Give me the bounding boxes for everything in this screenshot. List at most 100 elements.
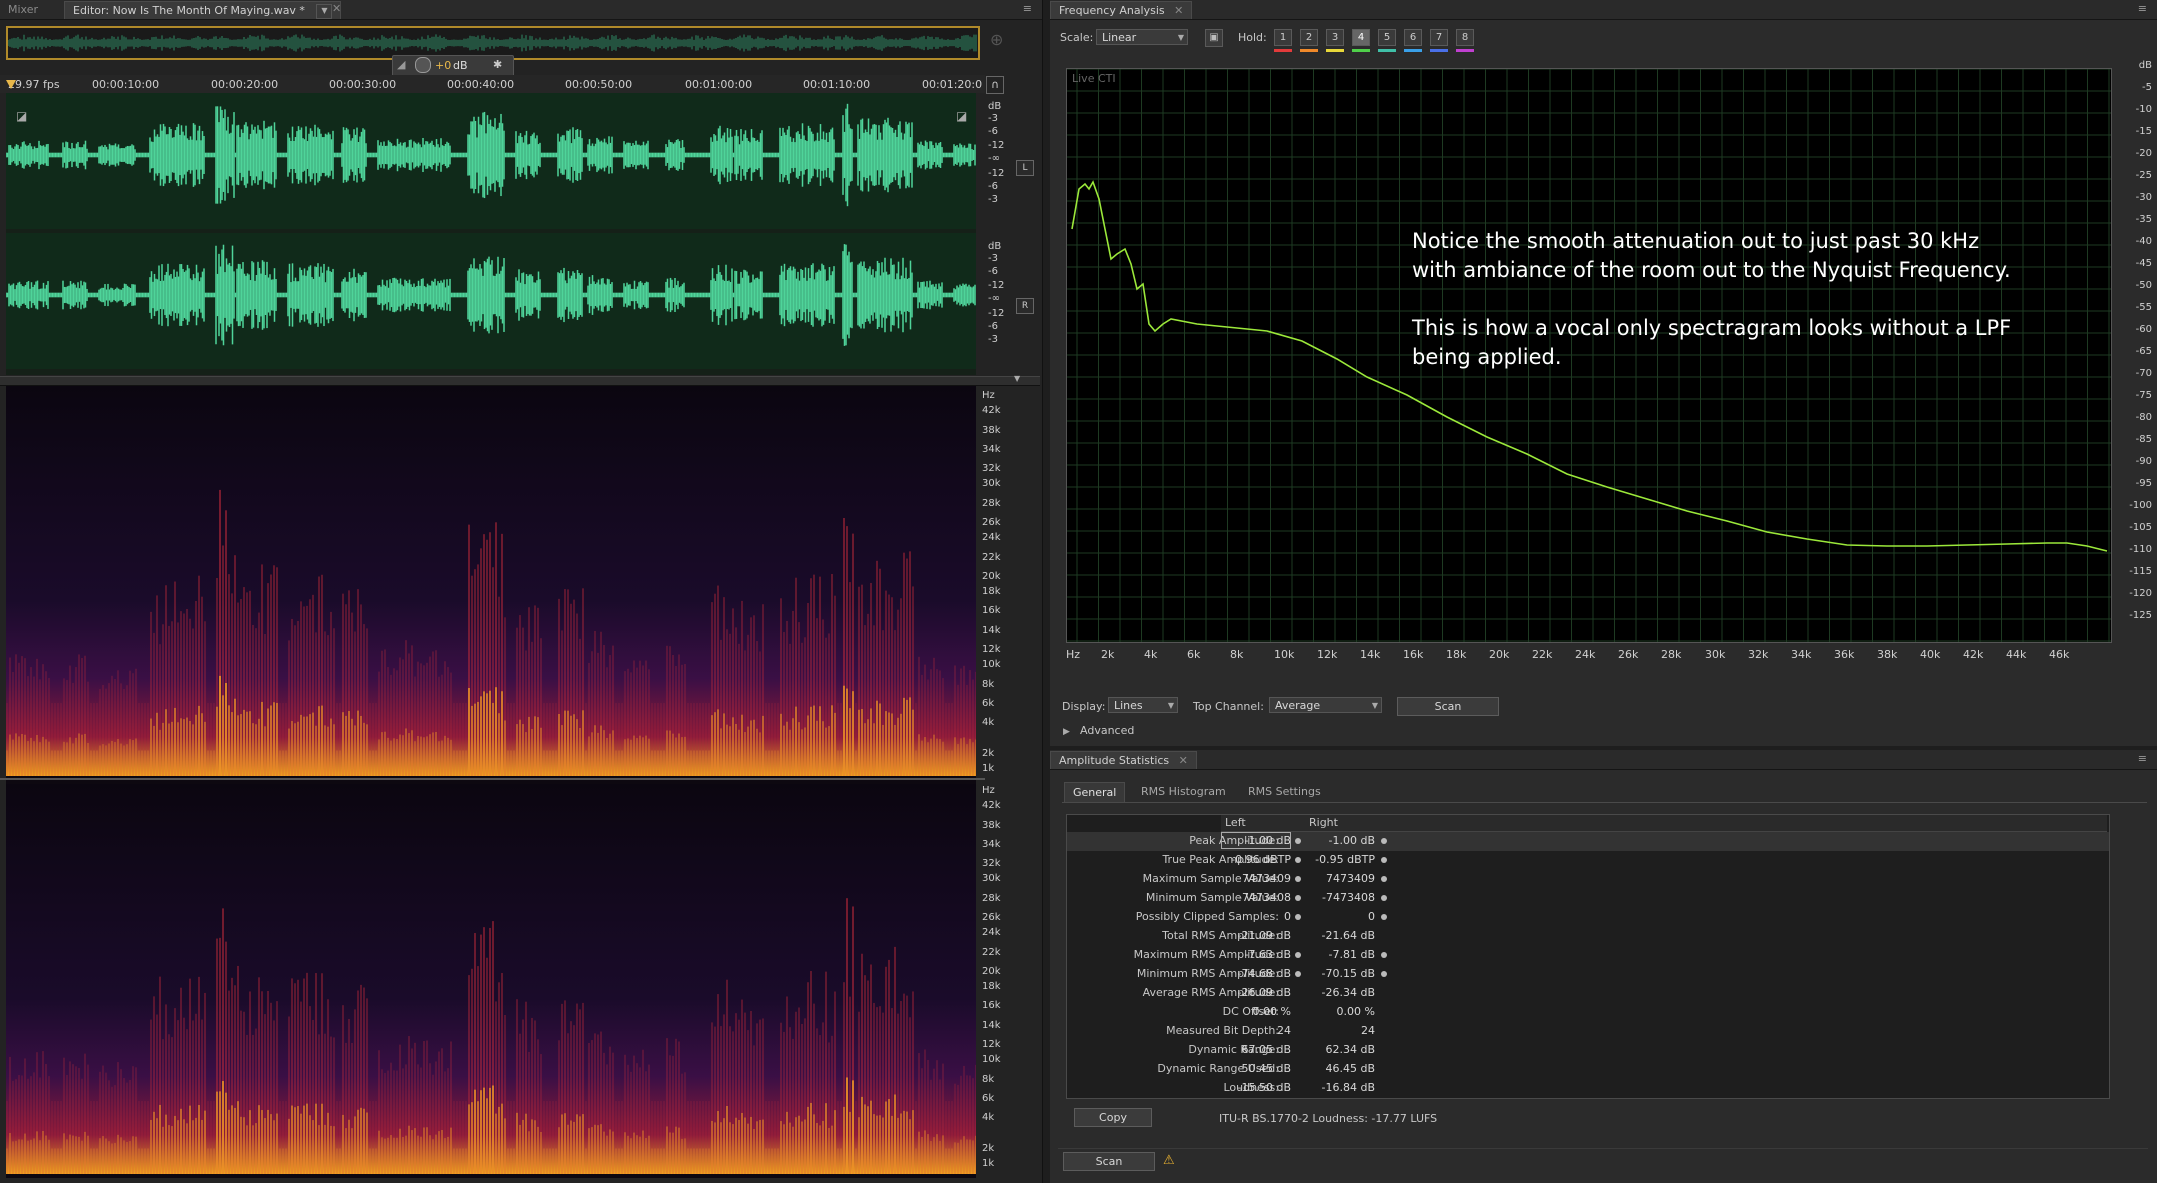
- chevron-down-icon[interactable]: ▼: [1014, 374, 1020, 383]
- table-row[interactable]: Maximum Sample Value: 7473409 7473409: [1067, 870, 2109, 889]
- row-left-value: 24: [1277, 1024, 1291, 1037]
- scale-select[interactable]: Linear ▼: [1096, 29, 1188, 45]
- locate-icon[interactable]: [1381, 952, 1387, 958]
- tab-editor[interactable]: Editor: Now Is The Month Of Maying.wav *…: [64, 1, 342, 19]
- table-row[interactable]: DC Offset: 0.00 % 0.00 %: [1067, 1003, 2109, 1022]
- advanced-toggle[interactable]: Advanced: [1080, 724, 1134, 737]
- waveform-display[interactable]: ◪ ◪: [5, 93, 976, 375]
- volume-hud[interactable]: ◢ +0 dB ✱: [392, 55, 514, 77]
- hz-tick: 34k: [982, 839, 1001, 850]
- hold-button-3[interactable]: 3: [1326, 29, 1344, 46]
- volume-knob-icon[interactable]: [415, 57, 431, 73]
- freq-scan-button[interactable]: Scan: [1397, 697, 1499, 716]
- top-channel-select[interactable]: Average ▼: [1269, 697, 1382, 713]
- close-icon[interactable]: ✕: [1179, 754, 1188, 767]
- locate-icon[interactable]: [1381, 876, 1387, 882]
- locate-icon[interactable]: [1295, 971, 1301, 977]
- locate-icon[interactable]: [1381, 914, 1387, 920]
- locate-icon[interactable]: [1295, 895, 1301, 901]
- hold-button-6[interactable]: 6: [1404, 29, 1422, 46]
- locate-icon[interactable]: [1381, 895, 1387, 901]
- channel-right-toggle[interactable]: R: [1016, 298, 1034, 314]
- hz-tick: 6k: [982, 1093, 995, 1104]
- hold-button-8[interactable]: 8: [1456, 29, 1474, 46]
- subtab-general[interactable]: General: [1064, 782, 1126, 803]
- hz-tick: 8k: [982, 679, 995, 690]
- fade-out-handle-icon[interactable]: ◪: [956, 109, 967, 123]
- panel-menu-icon[interactable]: ≡: [2138, 2, 2147, 15]
- hz-axis-tick: Hz: [1066, 648, 1081, 661]
- playhead-icon[interactable]: [6, 80, 16, 89]
- panel-menu-icon[interactable]: ≡: [2138, 752, 2147, 765]
- channel-left-toggle[interactable]: L: [1016, 160, 1034, 176]
- table-row[interactable]: Average RMS Amplitude: -26.09 dB -26.34 dB: [1067, 984, 2109, 1003]
- table-row[interactable]: Loudness: -15.50 dB -16.84 dB: [1067, 1079, 2109, 1098]
- waveform-channel-right[interactable]: [5, 233, 976, 369]
- row-right-value: -26.34 dB: [1321, 986, 1376, 999]
- hz-tick: 42k: [982, 800, 1001, 811]
- hold-button-2[interactable]: 2: [1300, 29, 1318, 46]
- time-ruler[interactable]: 29.97 fps 00:00:10:00 00:00:20:00 00:00:…: [0, 75, 1004, 94]
- hz-scale-bottom: Hz 42k 38k 34k 32k 30k 28k 26k 24k 22k 20k 18k 16k 14…: [982, 781, 1022, 1171]
- scale-label: Scale:: [1060, 31, 1094, 44]
- copy-button[interactable]: Copy: [1074, 1108, 1152, 1127]
- snapshot-icon[interactable]: ▣: [1205, 29, 1223, 47]
- locate-icon[interactable]: [1295, 952, 1301, 958]
- db-tick: -6: [988, 181, 998, 192]
- tab-editor-label: Editor: Now Is The Month Of Maying.wav *: [73, 4, 305, 17]
- table-row[interactable]: True Peak Amplitude: -0.96 dBTP -0.95 dBTP: [1067, 851, 2109, 870]
- table-row[interactable]: Total RMS Amplitude: -21.09 dB -21.64 dB: [1067, 927, 2109, 946]
- hold-button-7[interactable]: 7: [1430, 29, 1448, 46]
- locate-icon[interactable]: [1295, 857, 1301, 863]
- db-axis-tick: -90: [2135, 456, 2152, 467]
- table-row[interactable]: Minimum RMS Amplitude: -74.68 dB -70.15 dB: [1067, 965, 2109, 984]
- locate-icon[interactable]: [1381, 838, 1387, 844]
- display-select[interactable]: Lines ▼: [1108, 697, 1178, 713]
- table-row[interactable]: Maximum RMS Amplitude: -7.63 dB -7.81 dB: [1067, 946, 2109, 965]
- locate-icon[interactable]: [1381, 857, 1387, 863]
- locate-icon[interactable]: [1295, 914, 1301, 920]
- fade-in-handle-icon[interactable]: ◪: [16, 109, 27, 123]
- chevron-right-icon[interactable]: ▶: [1063, 727, 1070, 737]
- locate-icon[interactable]: [1295, 838, 1301, 844]
- chevron-down-icon[interactable]: ▼: [316, 3, 333, 19]
- display-label: Display:: [1062, 700, 1106, 713]
- hz-tick: 4k: [982, 1112, 995, 1123]
- zoom-navigator-icon[interactable]: ⊕: [990, 30, 1012, 52]
- db-tick: -3: [988, 194, 998, 205]
- db-axis: dB -5 -10 -15 -20 -25 -30 -35 -40 -45 -50 -55 -60 -65…: [2112, 60, 2152, 660]
- db-axis-tick: -100: [2129, 500, 2152, 511]
- hz-tick: 30k: [982, 478, 1001, 489]
- hold-button-4[interactable]: 4: [1352, 29, 1370, 46]
- row-left-value: -7473408: [1238, 891, 1291, 904]
- headphones-icon[interactable]: ∩: [986, 76, 1004, 94]
- table-row[interactable]: Possibly Clipped Samples: 0 0: [1067, 908, 2109, 927]
- amp-scan-button[interactable]: Scan: [1063, 1152, 1155, 1171]
- subtab-rms-settings[interactable]: RMS Settings: [1240, 782, 1329, 802]
- row-left-value: 0.00 %: [1252, 1005, 1291, 1018]
- hold-button-1[interactable]: 1: [1274, 29, 1292, 46]
- close-icon[interactable]: ✕: [1174, 4, 1183, 17]
- table-row[interactable]: Dynamic Range Used: 50.45 dB 46.45 dB: [1067, 1060, 2109, 1079]
- hold-button-5[interactable]: 5: [1378, 29, 1396, 46]
- table-row[interactable]: Measured Bit Depth: 24 24: [1067, 1022, 2109, 1041]
- waveform-channel-left[interactable]: [5, 93, 976, 229]
- view-divider[interactable]: [0, 376, 1040, 386]
- locate-icon[interactable]: [1381, 971, 1387, 977]
- table-row[interactable]: Minimum Sample Value: -7473408 -7473408: [1067, 889, 2109, 908]
- spectral-display[interactable]: [6, 386, 977, 1178]
- selected-cell[interactable]: [1221, 832, 1291, 849]
- tab-amplitude-statistics[interactable]: Amplitude Statistics ✕: [1050, 751, 1197, 769]
- tab-frequency-analysis[interactable]: Frequency Analysis ✕: [1050, 1, 1193, 19]
- row-left-value: -21.09 dB: [1237, 929, 1292, 942]
- table-row[interactable]: Dynamic Range: 67.05 dB 62.34 dB: [1067, 1041, 2109, 1060]
- panel-menu-icon[interactable]: ≡: [1023, 2, 1032, 15]
- tab-mixer[interactable]: Mixer: [0, 1, 46, 18]
- pin-icon[interactable]: ✱: [493, 58, 502, 71]
- warning-icon: ⚠: [1163, 1153, 1175, 1168]
- locate-icon[interactable]: [1295, 876, 1301, 882]
- subtab-rms-histogram[interactable]: RMS Histogram: [1133, 782, 1234, 802]
- hz-tick: 30k: [982, 873, 1001, 884]
- close-icon[interactable]: ✕: [332, 2, 341, 15]
- hz-tick: 22k: [982, 552, 1001, 563]
